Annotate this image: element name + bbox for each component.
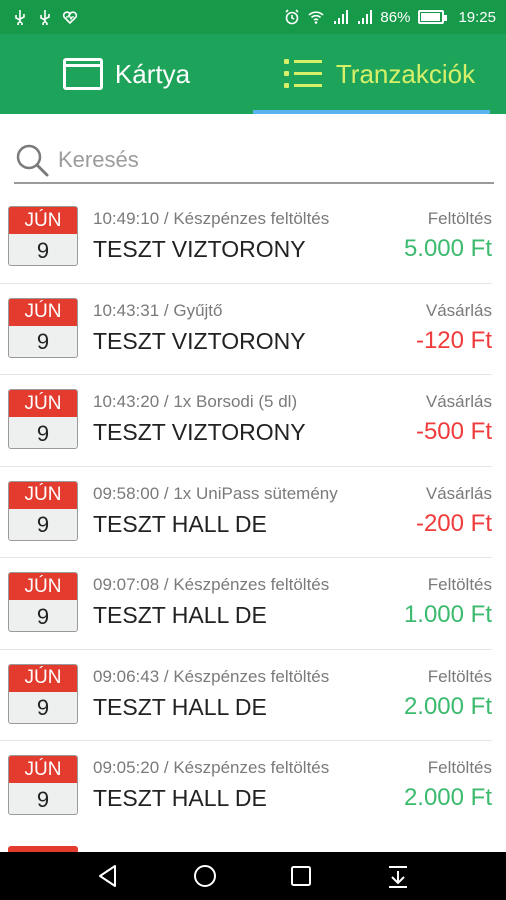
transaction-meta: 10:43:31 / Gyűjtő — [93, 300, 223, 320]
calendar-day: 9 — [36, 786, 50, 812]
transaction-amount: -200 Ft — [415, 509, 492, 537]
tab-tranzakciok[interactable]: Tranzakciók — [253, 34, 506, 114]
transaction-type: Vásárlás — [425, 392, 492, 411]
list-icon — [283, 59, 322, 88]
transaction-row[interactable]: JÚN 9 09:58:00 / 1x UniPass sütemény TES… — [0, 467, 492, 558]
transaction-merchant: TESZT HALL DE — [93, 602, 267, 628]
calendar-month: JÚN — [9, 298, 77, 326]
calendar-day: 9 — [36, 695, 50, 720]
status-system: 86% 19:25 — [284, 9, 496, 26]
transaction-amount: -500 Ft — [415, 418, 492, 445]
back-button[interactable] — [88, 856, 128, 896]
tab-kartya-label: Kártya — [114, 58, 191, 89]
transaction-merchant: TESZT VIZTORONY — [93, 236, 306, 262]
home-icon — [193, 865, 216, 887]
transaction-merchant: TESZT VIZTORONY — [93, 327, 306, 354]
transaction-row[interactable]: JÚN 9 10:49:10 / Készpénzes feltöltés TE… — [0, 192, 492, 284]
clock: 19:25 — [458, 8, 496, 26]
transaction-amount: -120 Ft — [415, 326, 492, 354]
transaction-meta: 10:43:20 / 1x Borsodi (5 dl) — [93, 392, 298, 411]
calendar-date: JÚN 9 — [8, 572, 78, 632]
tab-tranzakciok-label: Tranzakciók — [335, 58, 476, 89]
calendar-day: 9 — [36, 237, 50, 263]
transaction-row[interactable]: JÚN 9 10:43:20 / 1x Borsodi (5 dl) TESZT… — [0, 375, 492, 467]
transaction-row[interactable]: JÚN 9 10:43:31 / Gyűjtő TESZT VIZTORONY … — [0, 284, 492, 375]
calendar-date: JÚN 9 — [8, 755, 78, 815]
calendar-date: JÚN 9 — [8, 297, 78, 358]
calendar-date: JÚN 9 — [8, 206, 78, 266]
transaction-type: Feltöltés — [427, 666, 492, 686]
usb-icon — [15, 10, 25, 25]
transaction-meta: 10:49:10 / Készpénzes feltöltés — [93, 209, 330, 228]
health-icon — [62, 11, 78, 25]
signal-icon — [334, 10, 349, 24]
transaction-amount: 2.000 Ft — [403, 692, 492, 720]
transaction-meta: 09:05:20 / Készpénzes feltöltés — [93, 758, 330, 777]
alarm-icon — [285, 9, 299, 25]
tab-kartya[interactable]: Kártya — [0, 34, 253, 114]
transaction-meta: 09:06:43 / Készpénzes feltöltés — [93, 666, 330, 686]
battery-icon — [418, 10, 448, 24]
calendar-day: 9 — [36, 329, 50, 354]
card-icon — [62, 58, 103, 90]
usb-icon — [40, 10, 50, 25]
search-placeholder: Keresés — [58, 147, 139, 172]
transaction-row[interactable]: JÚN 9 09:05:20 / Készpénzes feltöltés TE… — [0, 741, 492, 833]
transaction-meta: 09:07:08 / Készpénzes feltöltés — [93, 575, 330, 594]
transaction-type: Feltöltés — [427, 758, 492, 777]
status-bar: 86% 19:25 — [0, 0, 506, 34]
calendar-month: JÚN — [9, 390, 77, 417]
transaction-row[interactable]: JÚN 9 09:07:08 / Készpénzes feltöltés TE… — [0, 558, 492, 650]
transaction-type: Vásárlás — [425, 300, 492, 320]
transaction-merchant: TESZT HALL DE — [93, 510, 267, 537]
calendar-date: JÚN 9 — [8, 663, 78, 724]
transaction-amount: 5.000 Ft — [403, 235, 492, 262]
transaction-type: Feltöltés — [427, 575, 492, 594]
notification-pull-button[interactable] — [378, 856, 418, 896]
status-notifications — [12, 9, 78, 25]
calendar-month: JÚN — [9, 756, 77, 783]
calendar-date: JÚN 9 — [8, 389, 78, 449]
calendar-day: 9 — [36, 603, 50, 629]
transaction-list: JÚN 9 10:49:10 / Készpénzes feltöltés TE… — [0, 192, 506, 833]
home-button[interactable] — [185, 856, 225, 896]
calendar-month: JÚN — [9, 481, 77, 509]
transaction-type: Feltöltés — [427, 209, 492, 228]
transaction-merchant: TESZT HALL DE — [93, 693, 267, 720]
calendar-month: JÚN — [9, 573, 77, 600]
notification-pull-icon — [388, 866, 407, 888]
recents-button[interactable] — [281, 856, 321, 896]
calendar-month: JÚN — [9, 664, 77, 692]
calendar-day: 9 — [36, 420, 50, 446]
transaction-amount: 1.000 Ft — [403, 601, 492, 628]
tab-bar: Kártya Tranzakciók — [0, 34, 506, 114]
wifi-icon — [308, 11, 324, 24]
transaction-amount: 2.000 Ft — [403, 784, 492, 811]
navigation-bar — [0, 852, 506, 900]
battery-percent: 86% — [380, 8, 411, 26]
transaction-type: Vásárlás — [425, 483, 492, 503]
search-icon — [16, 144, 49, 177]
back-icon — [99, 865, 117, 887]
transaction-merchant: TESZT HALL DE — [93, 785, 267, 811]
transaction-merchant: TESZT VIZTORONY — [93, 419, 306, 445]
recents-icon — [291, 866, 312, 886]
calendar-day: 9 — [36, 512, 50, 537]
calendar-date: JÚN 9 — [8, 480, 78, 541]
transaction-row[interactable]: JÚN 9 09:06:43 / Készpénzes feltöltés TE… — [0, 650, 492, 741]
signal-icon — [358, 10, 373, 24]
transaction-meta: 09:58:00 / 1x UniPass sütemény — [93, 483, 338, 503]
calendar-month: JÚN — [9, 207, 77, 234]
search-input[interactable]: Keresés — [14, 138, 494, 184]
